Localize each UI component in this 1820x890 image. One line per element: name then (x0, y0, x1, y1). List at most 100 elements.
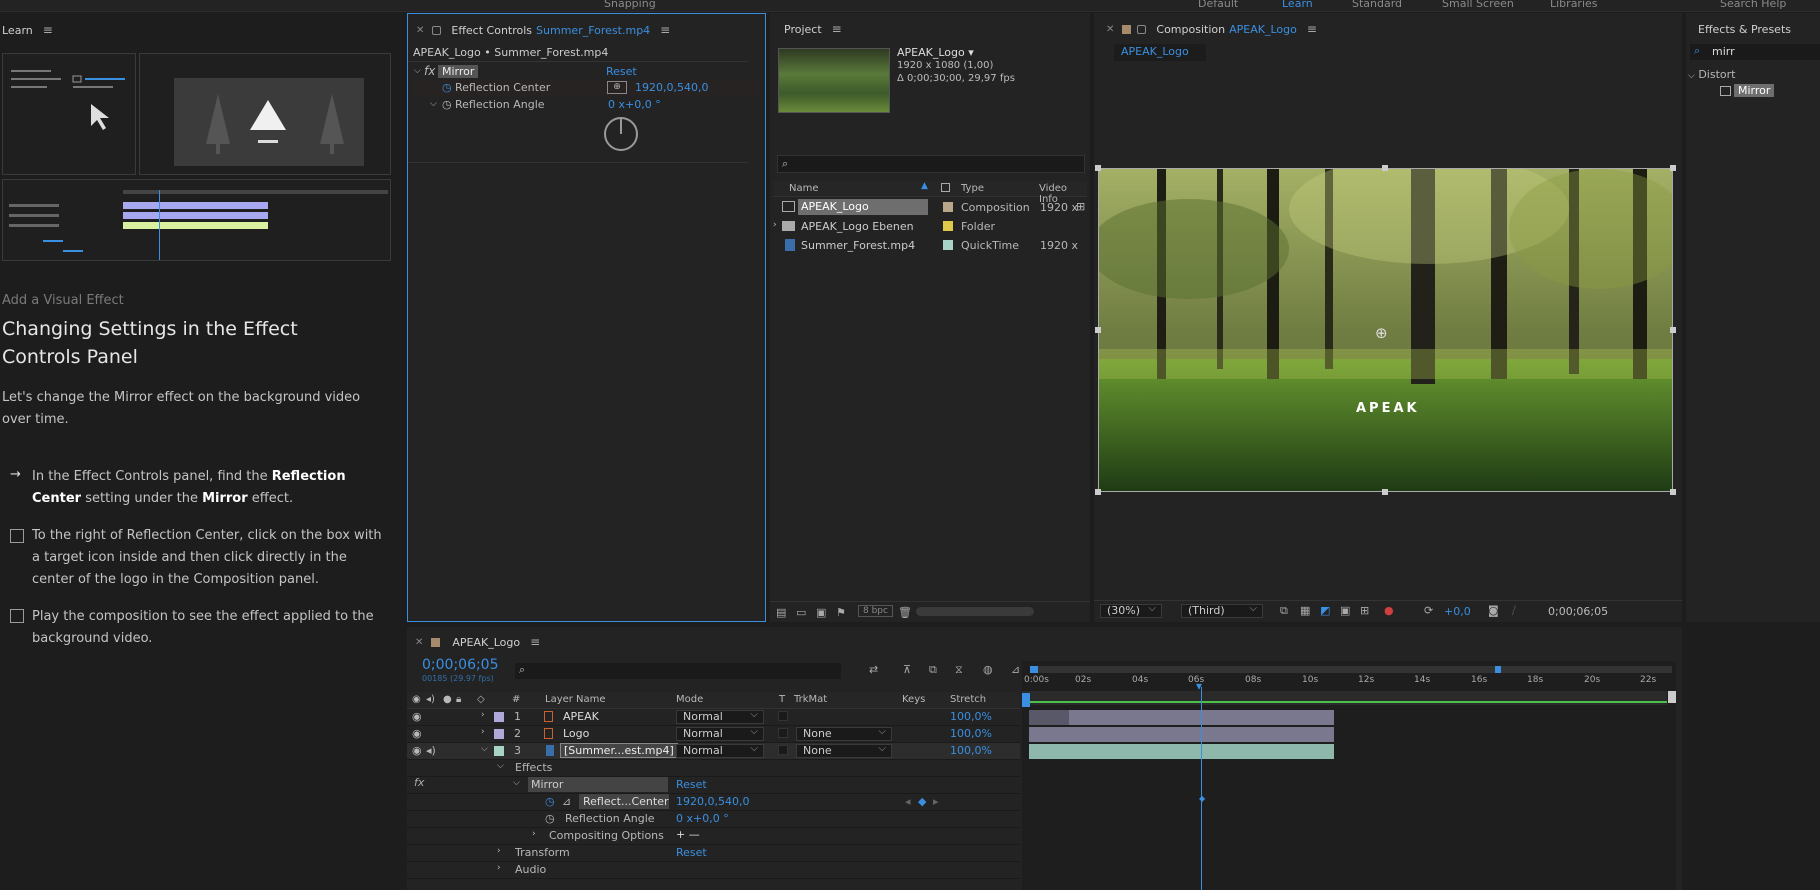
handle[interactable] (1095, 165, 1101, 171)
chevron-right-icon[interactable]: › (497, 846, 501, 856)
work-area-end-handle[interactable] (1495, 666, 1501, 673)
draft-3d-icon[interactable]: ⊼ (903, 663, 911, 676)
graph-editor-icon[interactable]: ⊿ (1011, 663, 1020, 676)
label-swatch[interactable] (943, 240, 953, 250)
region-of-interest-icon[interactable]: ▣ (1340, 604, 1350, 617)
mirror-label[interactable]: Mirror (528, 777, 668, 792)
next-keyframe-icon[interactable]: ▸ (933, 795, 939, 808)
layer-mode-select[interactable]: Normal (676, 726, 764, 741)
chevron-down-icon[interactable]: ⌵ (430, 99, 437, 109)
layer-row-2[interactable]: ◉ › 2 Logo Normal None 100,0% (407, 726, 1020, 743)
anchor-point-icon[interactable]: ⊕ (1375, 324, 1388, 342)
col-name[interactable]: Name (789, 183, 819, 194)
trash-icon[interactable]: 🗑 (898, 606, 912, 619)
bpc-button[interactable]: 8 bpc (858, 605, 893, 617)
handle[interactable] (1382, 165, 1388, 171)
workspace-standard[interactable]: Standard (1352, 0, 1402, 10)
render-icon[interactable]: ⚑ (836, 606, 846, 619)
chevron-down-icon[interactable]: ⌵ (414, 66, 421, 76)
lock-icon[interactable] (432, 25, 442, 35)
layer-stretch[interactable]: 100,0% (950, 710, 992, 723)
layer-bar-1[interactable] (1029, 710, 1334, 725)
reflect-center-label[interactable]: Reflect...Center (579, 794, 669, 809)
layer-label-swatch[interactable] (494, 729, 504, 739)
handle[interactable] (1095, 327, 1101, 333)
eye-icon[interactable]: ◉ (412, 744, 422, 757)
layer-trkmat-select[interactable]: None (796, 743, 892, 758)
project-row-2[interactable]: › APEAK_Logo Ebenen Folder (773, 217, 1087, 235)
layer-name[interactable]: Logo (563, 727, 589, 740)
channel-icon[interactable]: ● (1384, 604, 1394, 617)
preserve-transparency-box[interactable] (778, 728, 788, 738)
layer-name[interactable]: APEAK (563, 710, 599, 723)
work-area-bar[interactable] (1030, 666, 1672, 673)
label-tag-icon[interactable] (941, 183, 950, 192)
reflection-angle-value[interactable]: 0 x+0,0 ° (608, 98, 661, 111)
lock-icon[interactable] (1137, 24, 1147, 34)
interpret-footage-icon[interactable]: ▤ (776, 606, 786, 619)
work-area-start-handle[interactable] (1030, 666, 1038, 673)
workspace-small-screen[interactable]: Small Screen (1442, 0, 1514, 10)
reset-exposure-icon[interactable]: ⟳ (1424, 604, 1433, 617)
effect-mirror-row[interactable]: ⌵ fx Mirror Reset (412, 64, 760, 80)
composition-subtab[interactable]: APEAK_Logo (1114, 44, 1206, 61)
layer-mode-select[interactable]: Normal (676, 709, 764, 724)
eye-icon[interactable]: ◉ (412, 727, 422, 740)
step-2-checkbox[interactable] (10, 529, 24, 543)
transform-reset-button[interactable]: Reset (676, 846, 707, 859)
close-icon[interactable]: ✕ (1106, 24, 1114, 35)
sort-up-icon[interactable]: ▲ (921, 181, 928, 191)
end-marker[interactable] (1668, 691, 1676, 703)
composition-viewer[interactable]: ⊕ APEAK (1098, 168, 1673, 492)
preserve-transparency-box[interactable] (778, 711, 788, 721)
layer-mode-select[interactable]: Normal (676, 743, 764, 758)
composition-timecode[interactable]: 0;00;06;05 (1548, 605, 1608, 618)
time-ruler[interactable]: 0:00s 02s 04s 06s 08s 10s 12s 14s 16s 18… (1022, 675, 1676, 689)
preserve-transparency-box[interactable] (778, 745, 788, 755)
effects-presets-tab[interactable]: Effects & Presets (1698, 19, 1791, 39)
snapshot-icon[interactable]: ◙ (1488, 604, 1499, 617)
playhead-line[interactable] (1201, 687, 1202, 890)
reset-button[interactable]: Reset (606, 65, 637, 78)
panel-menu-icon[interactable]: ≡ (1307, 22, 1317, 36)
close-icon[interactable]: ✕ (415, 637, 423, 648)
layer-label-swatch[interactable] (494, 712, 504, 722)
solo-switch-icon[interactable]: ● (443, 694, 452, 705)
fx-icon[interactable]: fx (414, 776, 424, 789)
prev-keyframe-icon[interactable]: ◂ (905, 795, 911, 808)
new-folder-icon[interactable]: ▭ (796, 606, 806, 619)
effects-search-input[interactable]: ⌕ mirr (1690, 44, 1820, 60)
search-help[interactable]: Search Help (1720, 0, 1786, 10)
col-layer-name[interactable]: Layer Name (545, 694, 606, 705)
speaker-icon[interactable]: ◂) (426, 744, 436, 757)
exposure-value[interactable]: +0,0 (1444, 605, 1471, 618)
grid-guides-icon[interactable]: ⊞ (1360, 604, 1369, 617)
snapping-label[interactable]: Snapping (604, 0, 656, 10)
effect-controls-tab[interactable]: ✕ Effect Controls Summer_Forest.mp4 ≡ (416, 20, 670, 40)
col-stretch[interactable]: Stretch (950, 694, 986, 705)
effect-name[interactable]: Mirror (438, 65, 479, 78)
compositing-row[interactable]: › Compositing Options + — (407, 828, 1020, 845)
project-item-name[interactable]: APEAK_Logo Ebenen (801, 220, 914, 233)
project-comp-name[interactable]: APEAK_Logo ▾ (897, 46, 974, 59)
layer-stretch[interactable]: 100,0% (950, 744, 992, 757)
eye-icon[interactable]: ◉ (412, 710, 422, 723)
reflect-angle-value[interactable]: 0 x+0,0 ° (676, 812, 729, 825)
angle-dial[interactable] (604, 117, 638, 151)
audio-switch-icon[interactable]: ◂) (426, 694, 435, 705)
mask-visibility-icon[interactable]: ◩ (1320, 604, 1330, 617)
flowchart-icon[interactable]: ⊞ (1076, 200, 1085, 213)
chevron-down-icon[interactable]: ⌵ (497, 761, 504, 771)
layer-row-1[interactable]: ◉ › 1 APEAK Normal 100,0% (407, 709, 1020, 726)
workspace-learn[interactable]: Learn (1282, 0, 1313, 10)
audio-row[interactable]: › Audio (407, 862, 1020, 879)
zoom-select[interactable]: (30%) (1100, 603, 1162, 618)
reflect-center-row[interactable]: ◷ ⊿ Reflect...Center 1920,0,540,0 ◂ ◆ ▸ (407, 794, 1020, 811)
show-snapshot-icon[interactable]: ⧸ (1512, 604, 1516, 618)
layer-bar-3[interactable] (1029, 744, 1334, 759)
chevron-down-icon[interactable]: ⌵ (1688, 71, 1695, 81)
mirror-reset-button[interactable]: Reset (676, 778, 707, 791)
chevron-right-icon[interactable]: › (481, 710, 485, 720)
keyframe-icon[interactable]: ◆ (1199, 794, 1205, 803)
reflect-center-value[interactable]: 1920,0,540,0 (676, 795, 749, 808)
